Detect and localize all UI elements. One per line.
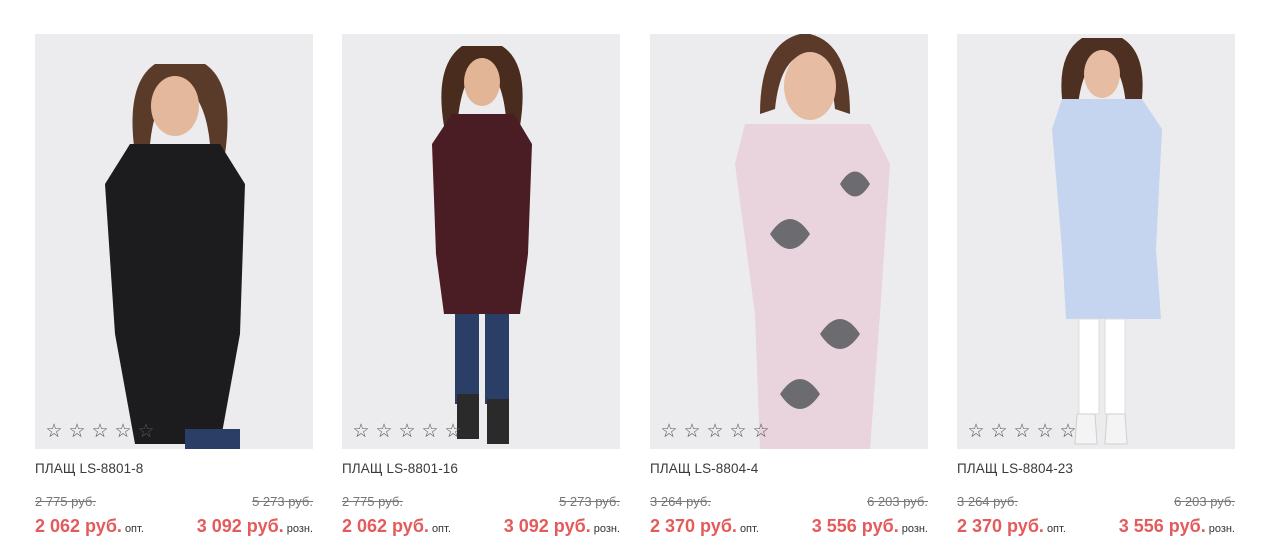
coat-shape	[432, 114, 532, 314]
product-photo[interactable]: ☆ ☆ ☆ ☆ ☆	[342, 34, 620, 449]
star-icon[interactable]: ☆	[443, 422, 463, 441]
product-title-link[interactable]: ПЛАЩ LS-8801-8	[35, 461, 143, 476]
star-icon[interactable]: ☆	[1035, 422, 1055, 441]
wholesale-price-value: 2 370 руб.	[957, 516, 1044, 536]
old-wholesale-price: 2 775 руб.	[35, 494, 96, 509]
wholesale-label: опт.	[1046, 523, 1066, 535]
product-photo[interactable]: ☆ ☆ ☆ ☆ ☆	[957, 34, 1235, 449]
price-block: 2 775 руб. 5 273 руб. 2 062 руб. опт. 3 0…	[35, 488, 313, 548]
star-icon[interactable]: ☆	[44, 422, 64, 441]
star-icon[interactable]: ☆	[67, 422, 87, 441]
wholesale-price: 2 062 руб. опт.	[35, 516, 144, 537]
price-block: 3 264 руб. 6 203 руб. 2 370 руб. опт. 3 5…	[650, 488, 928, 548]
wholesale-price-value: 2 062 руб.	[342, 516, 429, 536]
star-icon[interactable]: ☆	[351, 422, 371, 441]
retail-price: 3 092 руб. розн.	[504, 516, 620, 537]
product-card: ☆ ☆ ☆ ☆ ☆ ПЛАЩ LS-8804-4 3 264 руб. 6 20…	[650, 34, 928, 548]
old-wholesale-price: 2 775 руб.	[342, 494, 403, 509]
star-icon[interactable]: ☆	[705, 422, 725, 441]
product-title-link[interactable]: ПЛАЩ LS-8804-23	[957, 461, 1073, 476]
model-illustration	[735, 34, 890, 449]
old-wholesale-price: 3 264 руб.	[957, 494, 1018, 509]
wholesale-price: 2 370 руб. опт.	[650, 516, 759, 537]
price-block: 3 264 руб. 6 203 руб. 2 370 руб. опт. 3 5…	[957, 488, 1235, 548]
rating-stars: ☆ ☆ ☆ ☆ ☆	[659, 422, 771, 441]
wholesale-price: 2 370 руб. опт.	[957, 516, 1066, 537]
product-grid: ☆ ☆ ☆ ☆ ☆ ПЛАЩ LS-8801-8 2 775 руб. 5 27…	[0, 0, 1275, 553]
retail-label: розн.	[593, 523, 620, 535]
product-photo[interactable]: ☆ ☆ ☆ ☆ ☆	[650, 34, 928, 449]
star-icon[interactable]: ☆	[728, 422, 748, 441]
product-photo[interactable]: ☆ ☆ ☆ ☆ ☆	[35, 34, 313, 449]
retail-label: розн.	[901, 523, 928, 535]
retail-label: розн.	[1208, 523, 1235, 535]
wholesale-label: опт.	[124, 523, 144, 535]
product-card: ☆ ☆ ☆ ☆ ☆ ПЛАЩ LS-8801-16 2 775 руб. 5 2…	[342, 34, 620, 548]
retail-price: 3 092 руб. розн.	[197, 516, 313, 537]
star-icon[interactable]: ☆	[1058, 422, 1078, 441]
product-card: ☆ ☆ ☆ ☆ ☆ ПЛАЩ LS-8801-8 2 775 руб. 5 27…	[35, 34, 313, 548]
star-icon[interactable]: ☆	[682, 422, 702, 441]
star-icon[interactable]: ☆	[420, 422, 440, 441]
star-icon[interactable]: ☆	[659, 422, 679, 441]
wholesale-label: опт.	[431, 523, 451, 535]
product-card: ☆ ☆ ☆ ☆ ☆ ПЛАЩ LS-8804-23 3 264 руб. 6 2…	[957, 34, 1235, 548]
star-icon[interactable]: ☆	[136, 422, 156, 441]
star-icon[interactable]: ☆	[1012, 422, 1032, 441]
old-retail-price: 5 273 руб.	[559, 494, 620, 509]
star-icon[interactable]: ☆	[113, 422, 133, 441]
rating-stars: ☆ ☆ ☆ ☆ ☆	[44, 422, 156, 441]
retail-price: 3 556 руб. розн.	[812, 516, 928, 537]
old-retail-price: 6 203 руб.	[867, 494, 928, 509]
model-illustration	[105, 64, 245, 449]
model-illustration	[432, 46, 532, 444]
coat-shape	[105, 144, 245, 444]
product-title-link[interactable]: ПЛАЩ LS-8801-16	[342, 461, 458, 476]
retail-price-value: 3 092 руб.	[196, 516, 284, 536]
star-icon[interactable]: ☆	[966, 422, 986, 441]
wholesale-price-value: 2 062 руб.	[35, 516, 122, 536]
retail-price-value: 3 556 руб.	[1118, 516, 1206, 536]
old-retail-price: 5 273 руб.	[252, 494, 313, 509]
retail-label: розн.	[286, 523, 313, 535]
wholesale-price-value: 2 370 руб.	[650, 516, 737, 536]
star-icon[interactable]: ☆	[751, 422, 771, 441]
rating-stars: ☆ ☆ ☆ ☆ ☆	[966, 422, 1078, 441]
model-illustration	[1052, 38, 1162, 445]
old-retail-price: 6 203 руб.	[1174, 494, 1235, 509]
coat-shape	[1052, 99, 1162, 319]
retail-price: 3 556 руб. розн.	[1119, 516, 1235, 537]
retail-price-value: 3 556 руб.	[811, 516, 899, 536]
star-icon[interactable]: ☆	[374, 422, 394, 441]
star-icon[interactable]: ☆	[397, 422, 417, 441]
retail-price-value: 3 092 руб.	[503, 516, 591, 536]
wholesale-price: 2 062 руб. опт.	[342, 516, 451, 537]
rating-stars: ☆ ☆ ☆ ☆ ☆	[351, 422, 463, 441]
old-wholesale-price: 3 264 руб.	[650, 494, 711, 509]
wholesale-label: опт.	[739, 523, 759, 535]
star-icon[interactable]: ☆	[90, 422, 110, 441]
star-icon[interactable]: ☆	[989, 422, 1009, 441]
price-block: 2 775 руб. 5 273 руб. 2 062 руб. опт. 3 0…	[342, 488, 620, 548]
product-title-link[interactable]: ПЛАЩ LS-8804-4	[650, 461, 758, 476]
